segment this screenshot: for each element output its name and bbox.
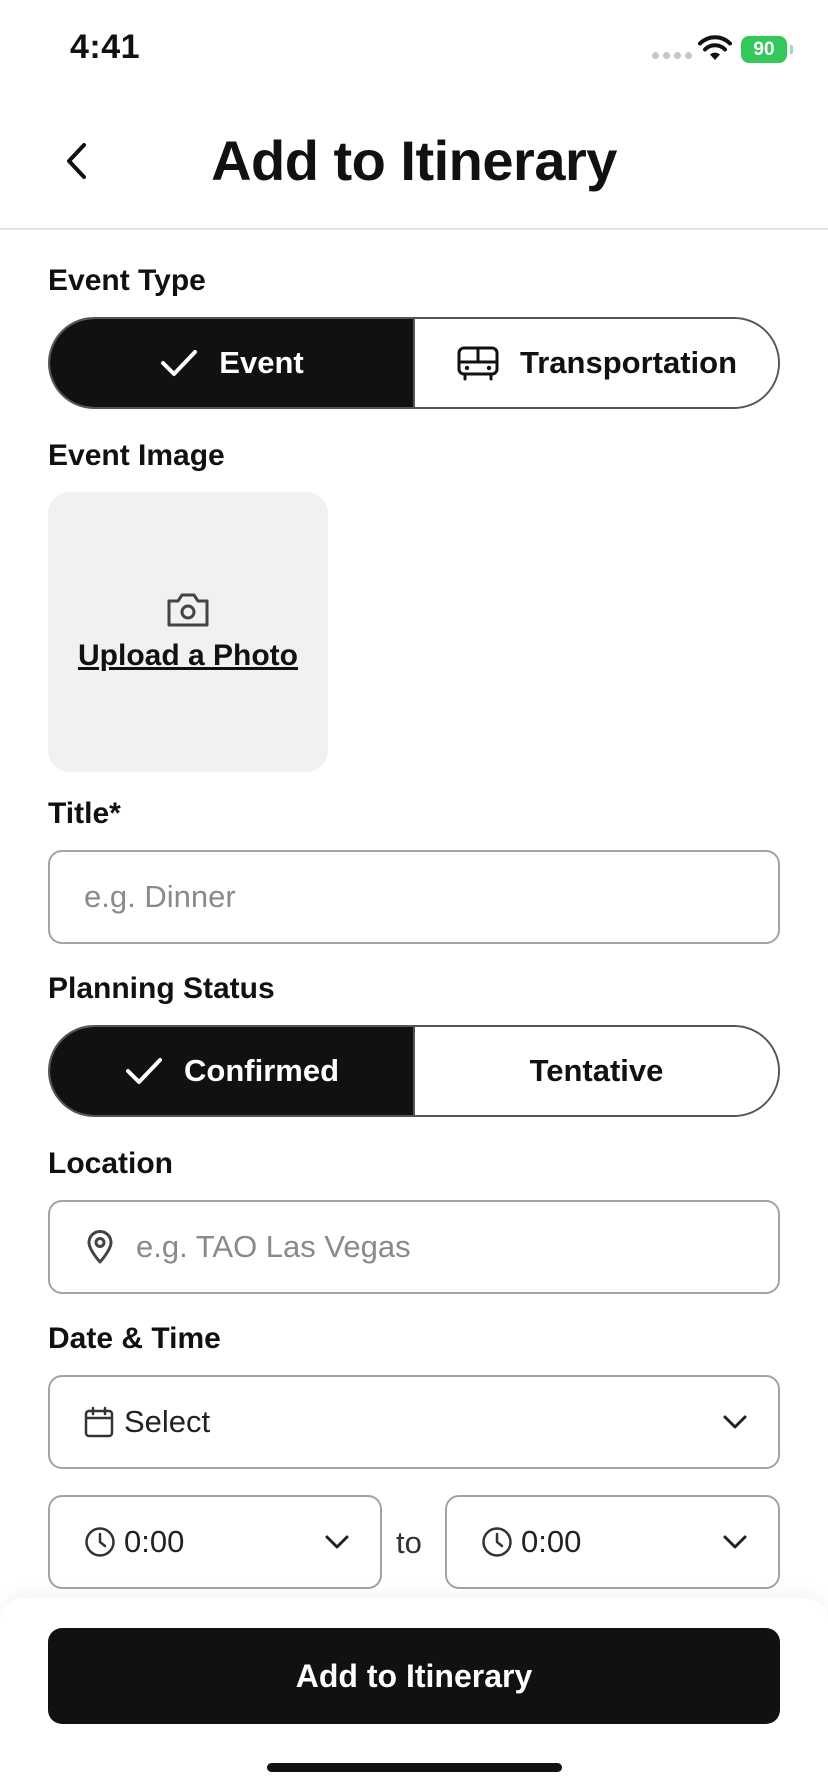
tentative-option-label: Tentative — [529, 1053, 664, 1088]
upload-photo-link[interactable]: Upload a Photo — [78, 639, 298, 673]
wifi-icon — [698, 35, 732, 60]
check-icon — [126, 1058, 162, 1084]
location-placeholder: e.g. TAO Las Vegas — [136, 1229, 411, 1264]
planning-status-option-confirmed[interactable]: Confirmed — [50, 1027, 413, 1115]
date-select-value: Select — [124, 1404, 211, 1439]
check-icon — [161, 350, 198, 376]
location-label: Location — [48, 1147, 173, 1180]
clock-icon — [482, 1527, 512, 1557]
title-input[interactable]: e.g. Dinner — [48, 850, 780, 944]
end-time-select[interactable]: 0:00 — [445, 1495, 780, 1589]
title-label: Title* — [48, 797, 121, 830]
event-type-option-transportation[interactable]: Transportation — [413, 319, 778, 407]
confirmed-option-label: Confirmed — [184, 1053, 339, 1088]
planning-status-segmented-control: Confirmed Tentative — [48, 1025, 780, 1117]
title-placeholder: e.g. Dinner — [84, 879, 236, 914]
battery-icon: 90 — [741, 36, 793, 63]
battery-level: 90 — [741, 36, 787, 63]
event-option-label: Event — [219, 345, 304, 380]
cellular-signal-icon — [652, 52, 692, 59]
camera-icon — [167, 593, 209, 627]
planning-status-label: Planning Status — [48, 972, 275, 1005]
chevron-down-icon — [722, 1414, 748, 1430]
chevron-down-icon — [722, 1534, 748, 1550]
page-title: Add to Itinerary — [211, 129, 617, 192]
location-input[interactable]: e.g. TAO Las Vegas — [48, 1200, 780, 1294]
start-time-select[interactable]: 0:00 — [48, 1495, 382, 1589]
event-type-segmented-control: Event Transportation — [48, 317, 780, 409]
end-time-value: 0:00 — [521, 1524, 582, 1559]
map-pin-icon — [87, 1230, 113, 1264]
calendar-icon — [84, 1406, 114, 1438]
bus-icon — [457, 346, 499, 381]
add-to-itinerary-button[interactable]: Add to Itinerary — [48, 1628, 780, 1724]
chevron-down-icon — [324, 1534, 350, 1550]
date-select[interactable]: Select — [48, 1375, 780, 1469]
event-type-label: Event Type — [48, 264, 206, 297]
home-indicator — [267, 1763, 562, 1772]
header-divider — [0, 228, 828, 230]
date-time-label: Date & Time — [48, 1322, 221, 1355]
clock-icon — [85, 1527, 115, 1557]
transportation-option-label: Transportation — [519, 345, 737, 380]
time-range-separator: to — [396, 1525, 422, 1560]
upload-photo-button[interactable]: Upload a Photo — [48, 492, 328, 772]
status-time: 4:41 — [70, 28, 141, 66]
planning-status-option-tentative[interactable]: Tentative — [413, 1027, 778, 1115]
event-type-option-event[interactable]: Event — [50, 319, 413, 407]
start-time-value: 0:00 — [124, 1524, 185, 1559]
event-image-label: Event Image — [48, 439, 225, 472]
